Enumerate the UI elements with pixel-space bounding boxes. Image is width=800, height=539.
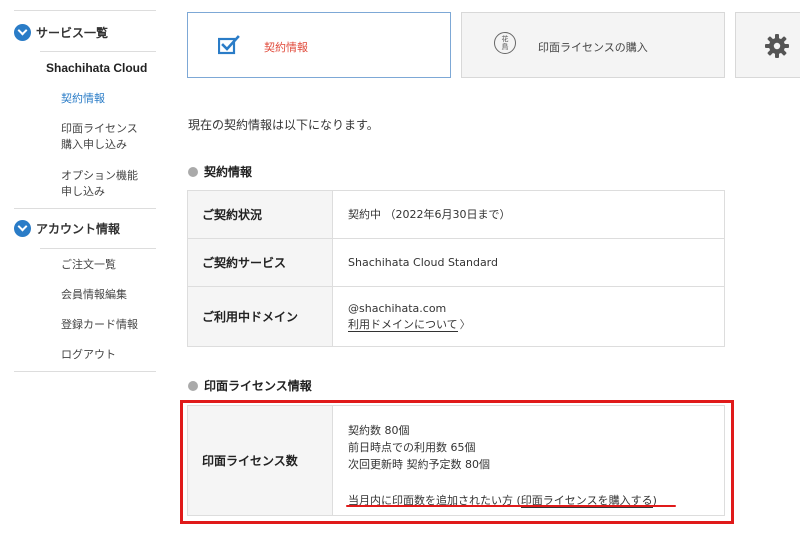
sidebar-item-card-info[interactable]: 登録カード情報 <box>61 317 138 333</box>
sidebar: サービス一覧 Shachihata Cloud 契約情報 印面ライセンス 購入申… <box>0 0 156 539</box>
sidebar-divider <box>14 371 156 372</box>
license-table: 印面ライセンス数 契約数 80個 前日時点での利用数 65個 次回更新時 契約予… <box>187 405 725 516</box>
sidebar-item-logout[interactable]: ログアウト <box>61 347 116 363</box>
gear-icon <box>765 34 789 58</box>
card-license-purchase[interactable]: 花 鳥 印面ライセンスの購入 <box>461 12 725 78</box>
sidebar-section-services[interactable]: サービス一覧 <box>14 22 108 42</box>
license-renewal-count: 次回更新時 契約予定数 80個 <box>348 458 490 471</box>
table-row: 印面ライセンス数 契約数 80個 前日時点での利用数 65個 次回更新時 契約予… <box>187 405 725 516</box>
sidebar-item-order-list[interactable]: ご注文一覧 <box>61 257 116 273</box>
card-settings[interactable] <box>735 12 800 78</box>
license-count-value: 契約数 80個 前日時点での利用数 65個 次回更新時 契約予定数 80個 当月… <box>332 405 725 516</box>
domain-value-cell: @shachihata.com 利用ドメインについて〉 <box>332 286 725 347</box>
contract-service-value: Shachihata Cloud Standard <box>332 238 725 287</box>
chevron-right-icon: 〉 <box>459 317 471 331</box>
bullet-icon <box>188 166 198 177</box>
license-used-count: 前日時点での利用数 65個 <box>348 441 476 454</box>
contract-status-label: ご契約状況 <box>187 190 333 239</box>
intro-text: 現在の契約情報は以下になります。 <box>188 118 379 132</box>
sidebar-divider <box>14 208 156 209</box>
chevron-down-icon <box>14 23 31 41</box>
sidebar-divider <box>14 10 156 11</box>
contract-table: ご契約状況 契約中 （2022年6月30日まで） ご契約サービス Shachih… <box>187 190 725 347</box>
sidebar-brand: Shachihata Cloud <box>46 61 148 75</box>
table-row: ご利用中ドメイン @shachihata.com 利用ドメインについて〉 <box>187 286 725 347</box>
license-count-label: 印面ライセンス数 <box>187 405 333 516</box>
bullet-icon <box>188 380 198 391</box>
contract-service-label: ご契約サービス <box>187 238 333 287</box>
domain-value: @shachihata.com <box>348 301 447 315</box>
table-row: ご契約状況 契約中 （2022年6月30日まで） <box>187 190 725 239</box>
sidebar-item-member-edit[interactable]: 会員情報編集 <box>61 287 127 303</box>
sidebar-item-license-purchase[interactable]: 印面ライセンス 購入申し込み <box>61 121 138 153</box>
license-contract-count: 契約数 80個 <box>348 424 410 437</box>
contract-status-value: 契約中 （2022年6月30日まで） <box>332 190 725 239</box>
domain-label: ご利用中ドメイン <box>187 286 333 347</box>
chevron-down-icon <box>14 219 31 237</box>
sidebar-item-option-features[interactable]: オプション機能 申し込み <box>61 168 138 200</box>
checkbox-icon <box>218 35 240 55</box>
sidebar-item-contract-info[interactable]: 契約情報 <box>61 91 105 107</box>
sidebar-divider <box>40 248 156 249</box>
highlight-underline <box>346 505 676 507</box>
stamp-icon: 花 鳥 <box>494 32 516 54</box>
section-heading-contract: 契約情報 <box>188 163 252 180</box>
sidebar-section-account[interactable]: アカウント情報 <box>14 218 120 238</box>
card-contract-info[interactable]: 契約情報 <box>187 12 451 78</box>
table-row: ご契約サービス Shachihata Cloud Standard <box>187 238 725 287</box>
section-heading-license: 印面ライセンス情報 <box>188 377 312 394</box>
sidebar-divider <box>40 51 156 52</box>
domain-info-link[interactable]: 利用ドメインについて <box>348 317 458 332</box>
